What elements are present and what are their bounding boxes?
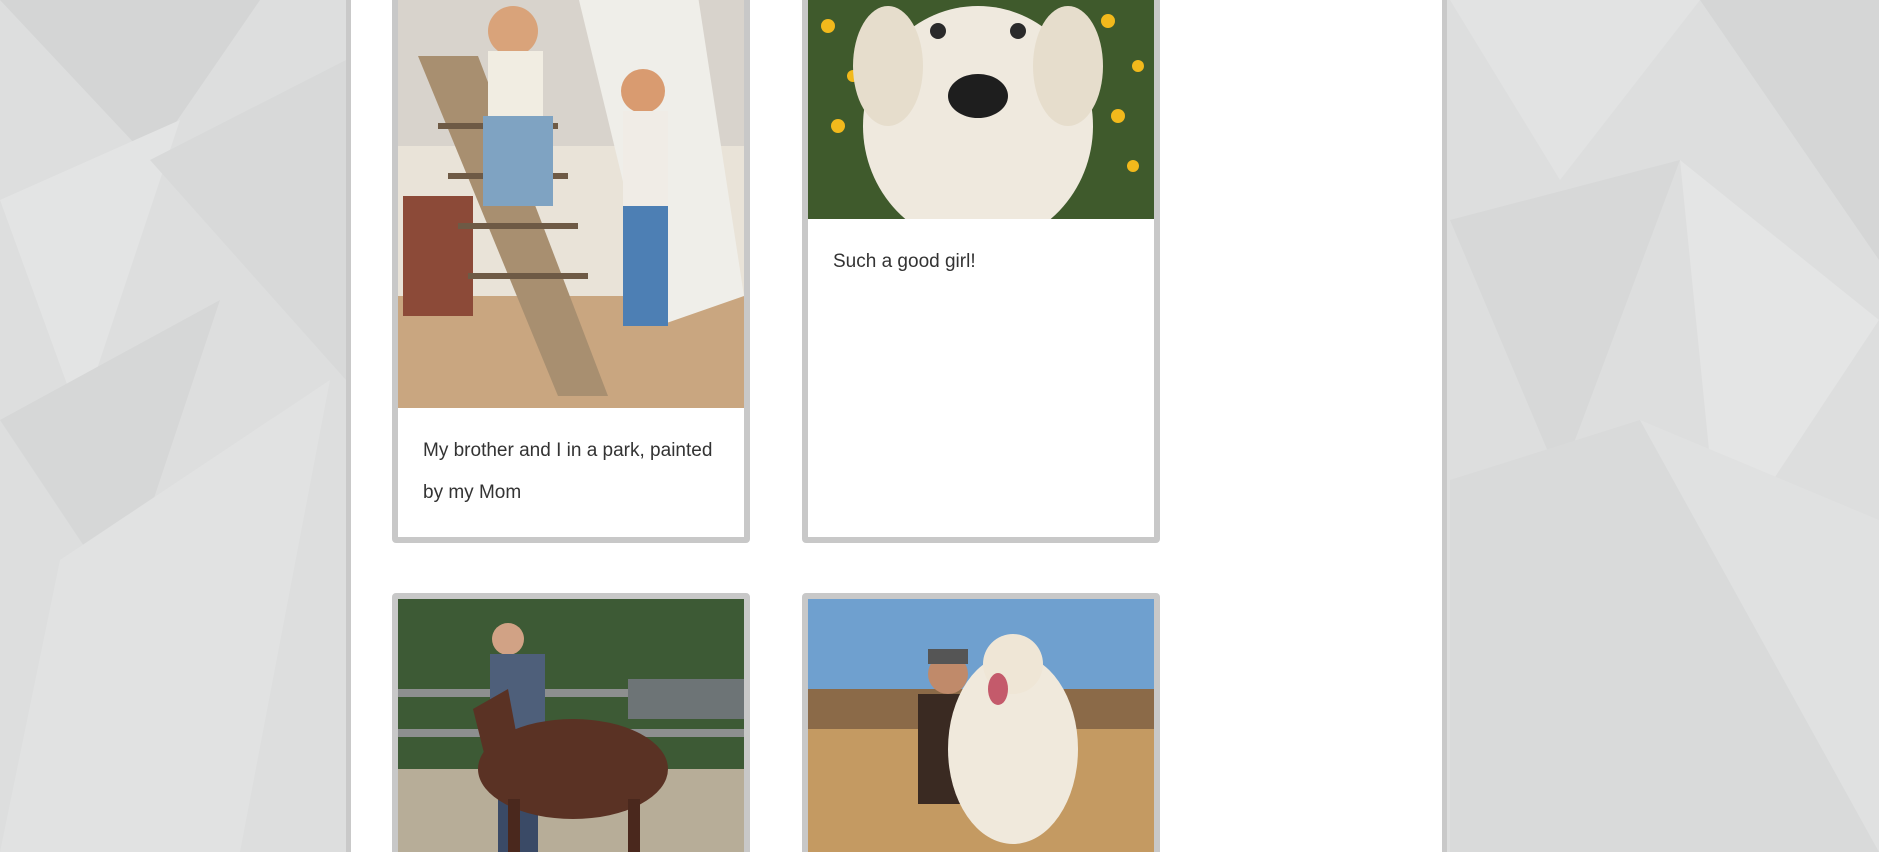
- gallery-card[interactable]: [392, 593, 750, 852]
- card-caption: My brother and I in a park, painted by m…: [423, 440, 713, 503]
- painting-children-on-slide-image[interactable]: [398, 0, 744, 408]
- gallery-card[interactable]: [802, 593, 1160, 852]
- gallery-card[interactable]: My brother and I in a park, painted by m…: [392, 0, 750, 543]
- man-hugging-white-dog-image[interactable]: [808, 599, 1154, 852]
- man-with-foal-image[interactable]: [398, 599, 744, 852]
- gallery-card[interactable]: Such a good girl!: [802, 0, 1160, 543]
- card-caption: Such a good girl!: [833, 251, 976, 272]
- white-dog-with-flowers-image[interactable]: [808, 0, 1154, 219]
